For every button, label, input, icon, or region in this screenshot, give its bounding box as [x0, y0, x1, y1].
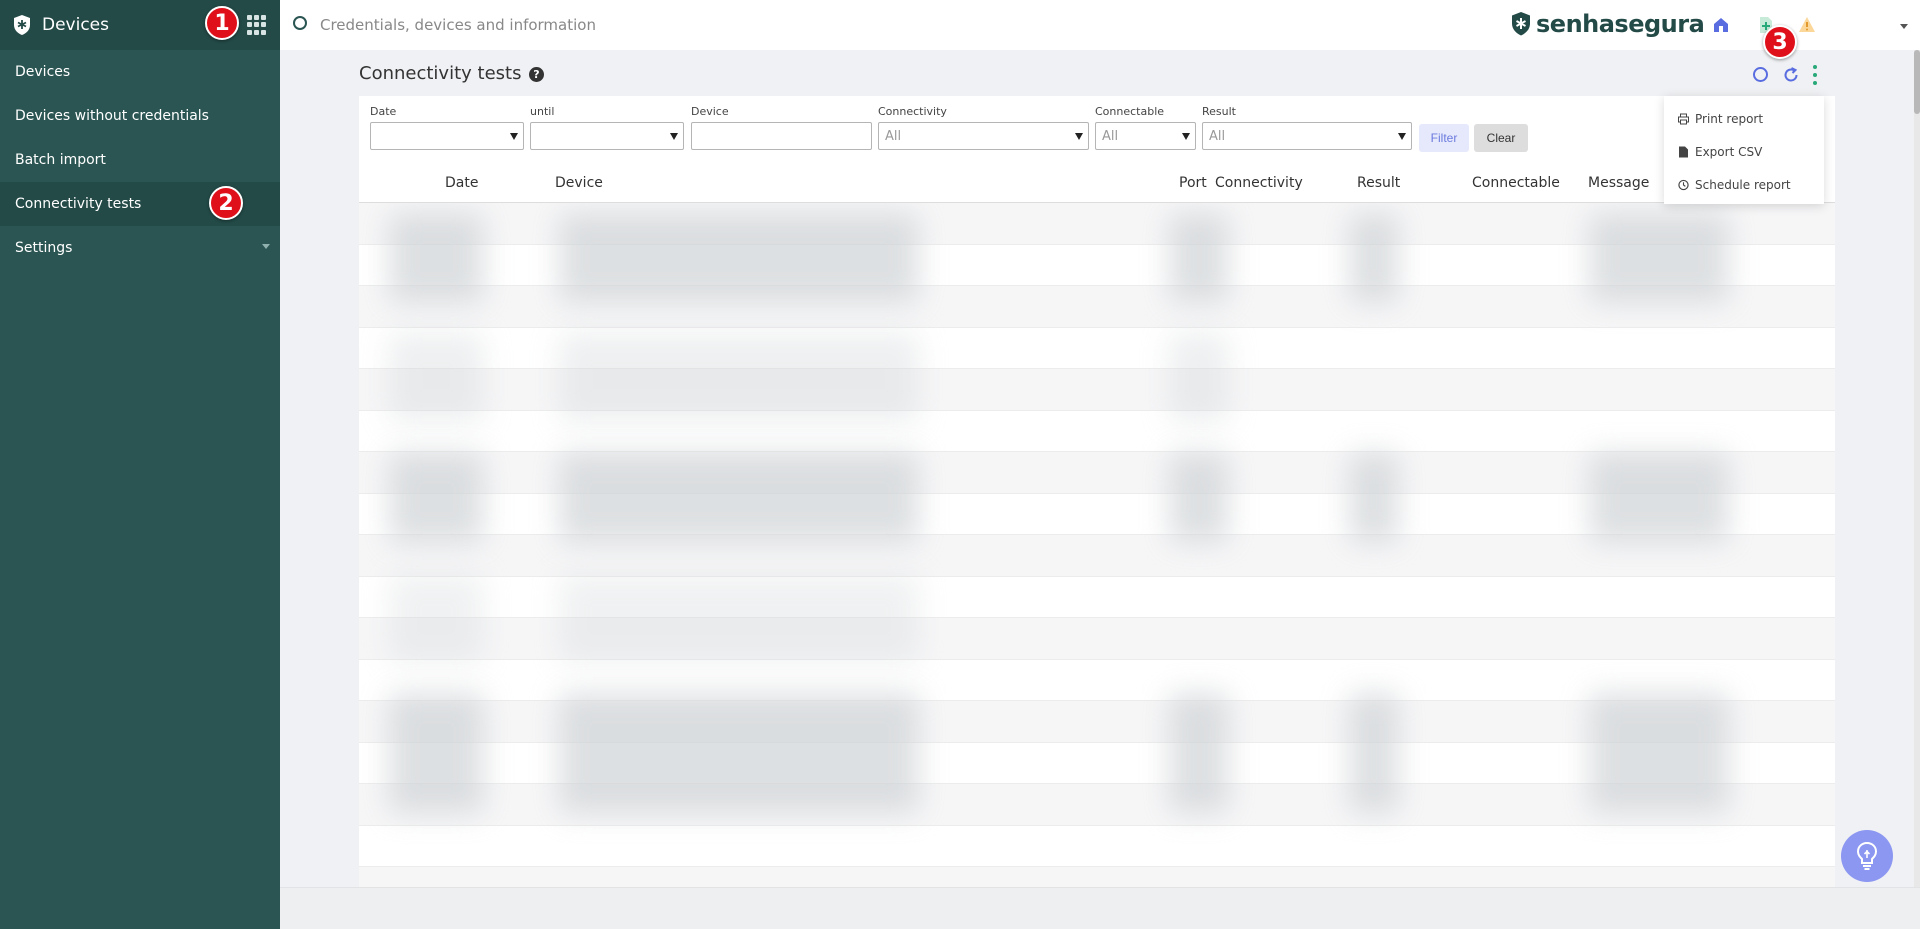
sidebar-item-settings[interactable]: Settings: [0, 226, 280, 270]
result-filter-select[interactable]: All: [1202, 122, 1412, 150]
table-row[interactable]: [359, 659, 1835, 701]
annotation-badge-1: 1: [205, 6, 239, 40]
table-search-icon[interactable]: [1753, 67, 1768, 82]
shield-logo-icon: [14, 15, 30, 35]
connectable-filter-select[interactable]: All: [1095, 122, 1196, 150]
column-header-message[interactable]: Message: [1588, 175, 1649, 191]
brand-name: senhasegura: [1536, 10, 1705, 38]
brand-shield-icon: [1512, 12, 1530, 36]
more-options-menu: Print report Export CSV Schedule report: [1664, 96, 1824, 204]
clear-button[interactable]: Clear: [1474, 124, 1528, 152]
menu-item-export-csv[interactable]: Export CSV: [1664, 135, 1824, 168]
connectable-filter-value: All: [1102, 128, 1119, 144]
connectable-filter-label: Connectable: [1095, 105, 1165, 118]
table-body: [359, 203, 1835, 887]
table-row[interactable]: [359, 410, 1835, 452]
dropdown-arrow-icon: [670, 133, 678, 140]
result-filter-label: Result: [1202, 105, 1236, 118]
home-icon[interactable]: [1712, 16, 1730, 34]
page-title: Connectivity tests: [359, 63, 522, 84]
file-icon: [1679, 146, 1688, 157]
device-filter-input[interactable]: [691, 122, 872, 150]
table-row[interactable]: [359, 535, 1835, 577]
filter-button[interactable]: Filter: [1419, 124, 1469, 152]
column-header-connectable[interactable]: Connectable: [1472, 175, 1560, 191]
dropdown-arrow-icon: [1398, 133, 1406, 140]
user-menu-chevron-icon[interactable]: [1900, 24, 1908, 29]
dropdown-arrow-icon: [1182, 133, 1190, 140]
menu-item-schedule-report[interactable]: Schedule report: [1664, 168, 1824, 201]
top-bar: senhasegura: [280, 0, 1920, 50]
sidebar-item-label: Batch import: [15, 152, 106, 168]
filters-bar: Date until Device Connectivity All Conne…: [359, 96, 1835, 162]
footer-bar: [280, 887, 1920, 929]
sidebar-item-batch-import[interactable]: Batch import: [0, 138, 280, 182]
menu-item-print-report[interactable]: Print report: [1664, 102, 1824, 135]
warning-icon[interactable]: [1798, 16, 1816, 34]
menu-item-label: Export CSV: [1695, 144, 1763, 159]
lightbulb-help-button[interactable]: [1841, 830, 1893, 882]
table-row[interactable]: [359, 576, 1835, 618]
help-icon[interactable]: ?: [529, 67, 544, 82]
table-row[interactable]: [359, 825, 1835, 867]
column-header-port[interactable]: Port: [1179, 175, 1207, 191]
main-content: Connectivity tests ? Date until Device C…: [280, 50, 1920, 887]
column-header-device[interactable]: Device: [555, 175, 603, 191]
menu-item-label: Print report: [1695, 111, 1764, 126]
table-header: Date Device Port Connectivity Result Con…: [359, 162, 1835, 203]
sidebar-item-label: Settings: [15, 240, 73, 256]
more-options-icon[interactable]: [1812, 65, 1818, 85]
menu-item-label: Schedule report: [1695, 177, 1791, 192]
sidebar-item-devices-without-credentials[interactable]: Devices without credentials: [0, 94, 280, 138]
table-row[interactable]: [359, 618, 1835, 660]
annotation-badge-2: 2: [209, 186, 243, 220]
page-scrollbar[interactable]: [1914, 50, 1920, 887]
scrollbar-thumb[interactable]: [1914, 50, 1920, 114]
sidebar-item-label: Devices without credentials: [15, 108, 209, 124]
table-row[interactable]: [359, 327, 1835, 369]
table-row[interactable]: [359, 286, 1835, 328]
connectivity-filter-label: Connectivity: [878, 105, 947, 118]
column-header-result[interactable]: Result: [1357, 175, 1400, 191]
result-filter-value: All: [1209, 128, 1226, 144]
column-header-date[interactable]: Date: [445, 175, 478, 191]
search-icon: [293, 16, 307, 30]
table-row[interactable]: [359, 701, 1835, 743]
report-panel: Date until Device Connectivity All Conne…: [359, 96, 1835, 887]
date-from-select[interactable]: [370, 122, 524, 150]
sidebar-item-label: Devices: [15, 64, 71, 80]
table-row[interactable]: [359, 452, 1835, 494]
column-header-connectivity[interactable]: Connectivity: [1215, 175, 1303, 191]
annotation-badge-3: 3: [1763, 25, 1797, 59]
table-row[interactable]: [359, 742, 1835, 784]
device-filter-label: Device: [691, 105, 729, 118]
table-row[interactable]: [359, 203, 1835, 245]
until-filter-label: until: [530, 105, 555, 118]
printer-icon: [1678, 113, 1689, 124]
connectivity-filter-select[interactable]: All: [878, 122, 1089, 150]
sidebar-item-devices[interactable]: Devices: [0, 50, 280, 94]
clock-icon: [1678, 179, 1689, 190]
app-title: Devices: [42, 15, 109, 35]
table-row[interactable]: [359, 784, 1835, 826]
table-row[interactable]: [359, 493, 1835, 535]
brand-logo: senhasegura: [1510, 10, 1705, 38]
sidebar: Devices Devices Devices without credenti…: [0, 0, 280, 929]
apps-grid-icon[interactable]: [247, 15, 267, 35]
date-filter-label: Date: [370, 105, 397, 118]
date-until-select[interactable]: [530, 122, 684, 150]
lightbulb-icon: [1856, 841, 1878, 870]
global-search-input[interactable]: [320, 12, 920, 38]
table-row[interactable]: [359, 244, 1835, 286]
table-row[interactable]: [359, 867, 1835, 887]
dropdown-arrow-icon: [1075, 133, 1083, 140]
dropdown-arrow-icon: [510, 133, 518, 140]
connectivity-filter-value: All: [885, 128, 902, 144]
refresh-icon[interactable]: [1782, 66, 1800, 84]
sidebar-item-label: Connectivity tests: [15, 196, 142, 212]
table-row[interactable]: [359, 369, 1835, 411]
chevron-down-icon: [262, 244, 270, 249]
